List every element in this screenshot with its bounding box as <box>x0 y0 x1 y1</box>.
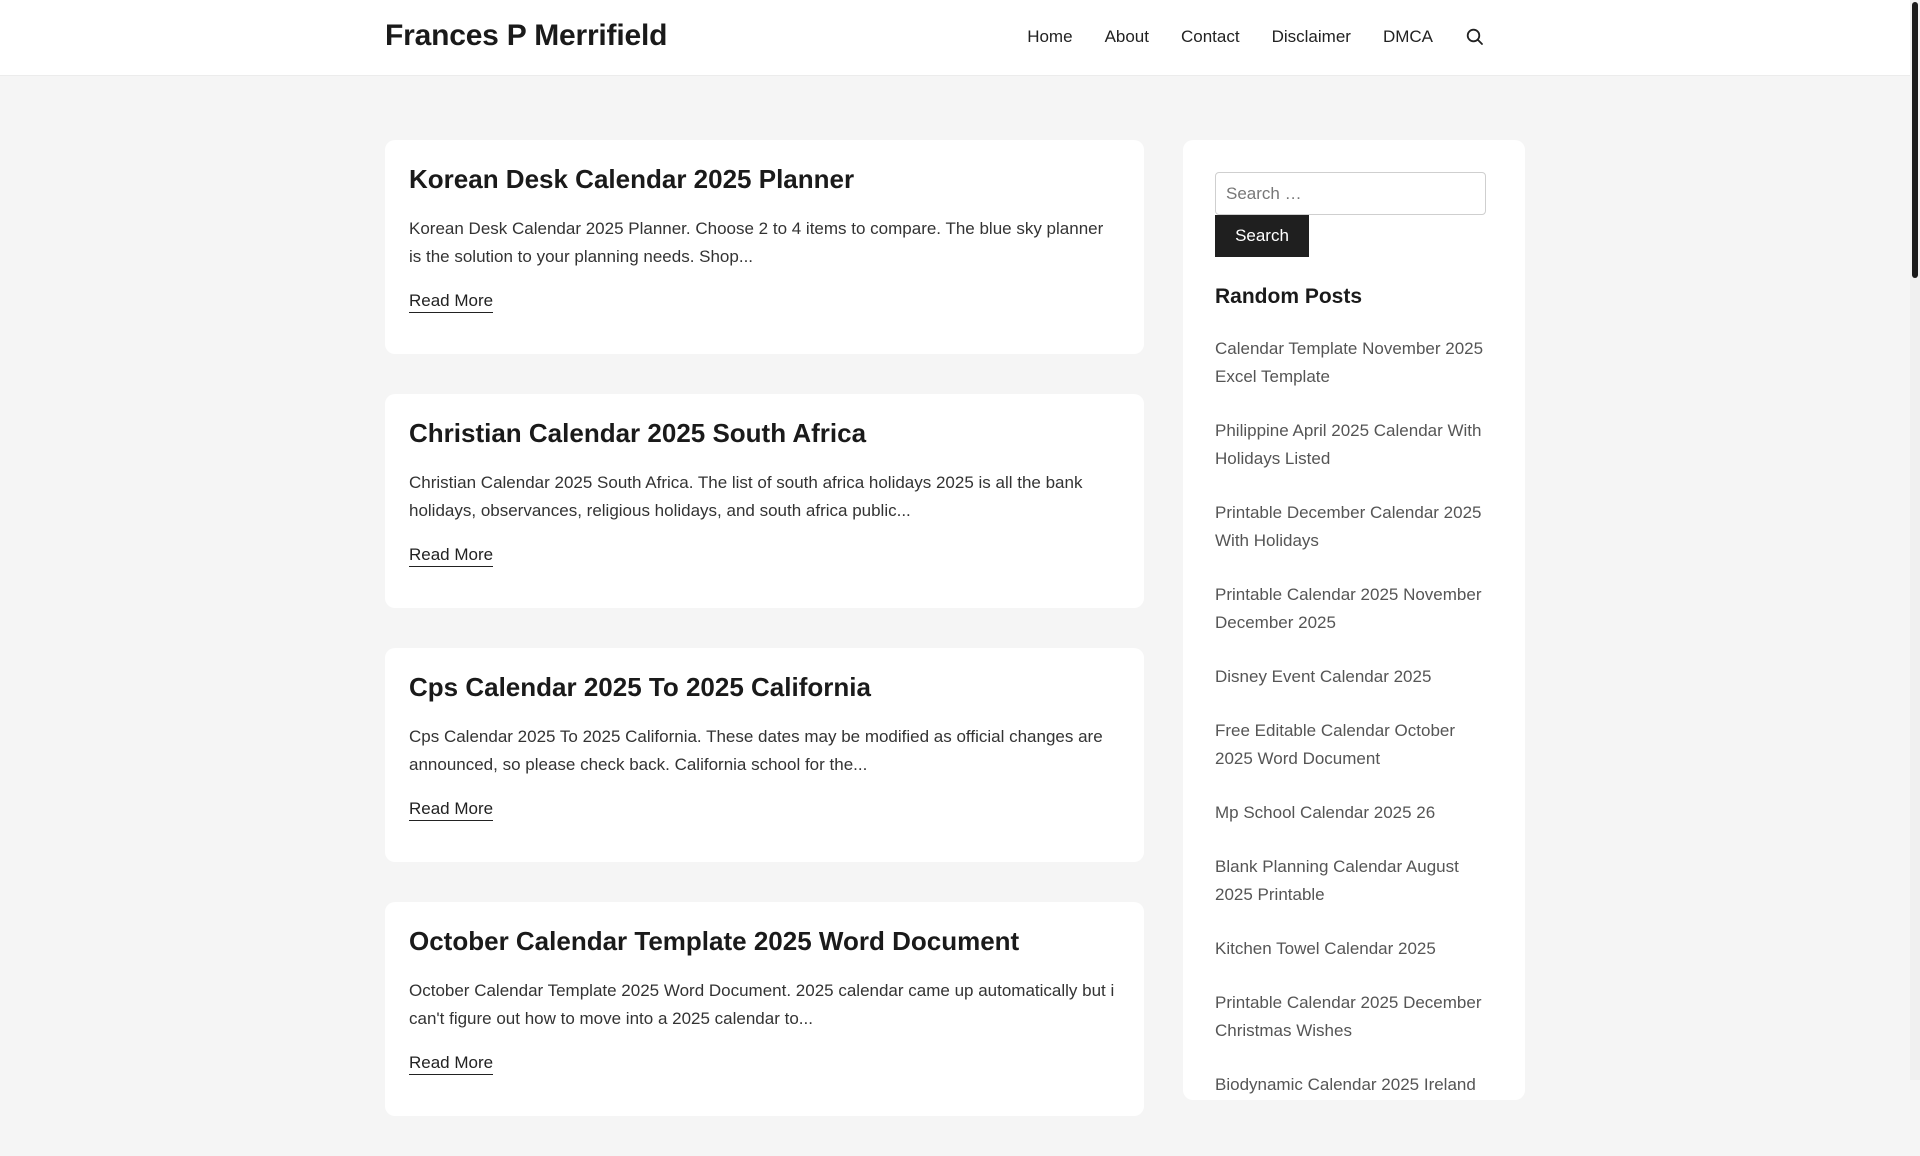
random-post-link[interactable]: Printable Calendar 2025 December Christm… <box>1215 993 1482 1040</box>
nav-dmca[interactable]: DMCA <box>1383 27 1433 47</box>
list-item: Philippine April 2025 Calendar With Holi… <box>1215 417 1485 473</box>
post-excerpt: Cps Calendar 2025 To 2025 California. Th… <box>409 727 1103 775</box>
sidebar: Search Random Posts Calendar Template No… <box>1183 140 1525 1100</box>
list-item: Free Editable Calendar October 2025 Word… <box>1215 717 1485 773</box>
post-excerpt: Christian Calendar 2025 South Africa. Th… <box>409 473 1083 521</box>
nav-contact[interactable]: Contact <box>1181 27 1240 47</box>
post-title[interactable]: October Calendar Template 2025 Word Docu… <box>409 926 1120 957</box>
post-title[interactable]: Cps Calendar 2025 To 2025 California <box>409 672 1120 703</box>
random-post-link[interactable]: Disney Event Calendar 2025 <box>1215 667 1431 686</box>
read-more-link[interactable]: Read More <box>409 291 494 313</box>
list-item: Printable December Calendar 2025 With Ho… <box>1215 499 1485 555</box>
random-posts-list: Calendar Template November 2025 Excel Te… <box>1215 335 1485 1099</box>
random-post-link[interactable]: Free Editable Calendar October 2025 Word… <box>1215 721 1455 768</box>
post-list: Korean Desk Calendar 2025 Planner Korean… <box>385 140 1144 1156</box>
nav-about[interactable]: About <box>1105 27 1149 47</box>
main-nav: Home About Contact Disclaimer DMCA <box>995 27 1485 47</box>
random-post-link[interactable]: Biodynamic Calendar 2025 Ireland <box>1215 1075 1476 1094</box>
nav-disclaimer[interactable]: Disclaimer <box>1272 27 1351 47</box>
list-item: Calendar Template November 2025 Excel Te… <box>1215 335 1485 391</box>
read-more-link[interactable]: Read More <box>409 545 494 567</box>
list-item: Mp School Calendar 2025 26 <box>1215 799 1485 827</box>
list-item: Blank Planning Calendar August 2025 Prin… <box>1215 853 1485 909</box>
list-item: Printable Calendar 2025 November Decembe… <box>1215 581 1485 637</box>
post-excerpt: October Calendar Template 2025 Word Docu… <box>409 981 1115 1029</box>
post-excerpt: Korean Desk Calendar 2025 Planner. Choos… <box>409 219 1104 267</box>
widget-title: Random Posts <box>1215 285 1363 308</box>
read-more-link[interactable]: Read More <box>409 799 494 821</box>
list-item: Kitchen Towel Calendar 2025 <box>1215 935 1485 963</box>
nav-home[interactable]: Home <box>1027 27 1072 47</box>
post-card: Korean Desk Calendar 2025 Planner Korean… <box>385 140 1144 354</box>
post-card: Christian Calendar 2025 South Africa Chr… <box>385 394 1144 608</box>
read-more-link[interactable]: Read More <box>409 1053 494 1075</box>
post-title[interactable]: Korean Desk Calendar 2025 Planner <box>409 164 1120 195</box>
random-post-link[interactable]: Kitchen Towel Calendar 2025 <box>1215 939 1436 958</box>
random-post-link[interactable]: Philippine April 2025 Calendar With Holi… <box>1215 421 1482 468</box>
post-card: October Calendar Template 2025 Word Docu… <box>385 902 1144 1116</box>
random-post-link[interactable]: Printable Calendar 2025 November Decembe… <box>1215 585 1482 632</box>
scrollbar-thumb[interactable] <box>1912 2 1918 278</box>
post-card: Cps Calendar 2025 To 2025 California Cps… <box>385 648 1144 862</box>
random-post-link[interactable]: Printable December Calendar 2025 With Ho… <box>1215 503 1482 550</box>
list-item: Printable Calendar 2025 December Christm… <box>1215 989 1485 1045</box>
site-title[interactable]: Frances P Merrifield <box>385 19 667 53</box>
search-button[interactable]: Search <box>1215 215 1309 257</box>
search-input[interactable] <box>1215 172 1486 215</box>
search-icon[interactable] <box>1465 27 1485 47</box>
page-scrollbar[interactable] <box>1910 0 1920 1080</box>
list-item: Biodynamic Calendar 2025 Ireland <box>1215 1071 1485 1099</box>
list-item: Disney Event Calendar 2025 <box>1215 663 1485 691</box>
post-title[interactable]: Christian Calendar 2025 South Africa <box>409 418 1120 449</box>
random-post-link[interactable]: Blank Planning Calendar August 2025 Prin… <box>1215 857 1459 904</box>
random-post-link[interactable]: Mp School Calendar 2025 26 <box>1215 803 1435 822</box>
random-post-link[interactable]: Calendar Template November 2025 Excel Te… <box>1215 339 1483 386</box>
site-header: Frances P Merrifield Home About Contact … <box>0 0 1910 76</box>
